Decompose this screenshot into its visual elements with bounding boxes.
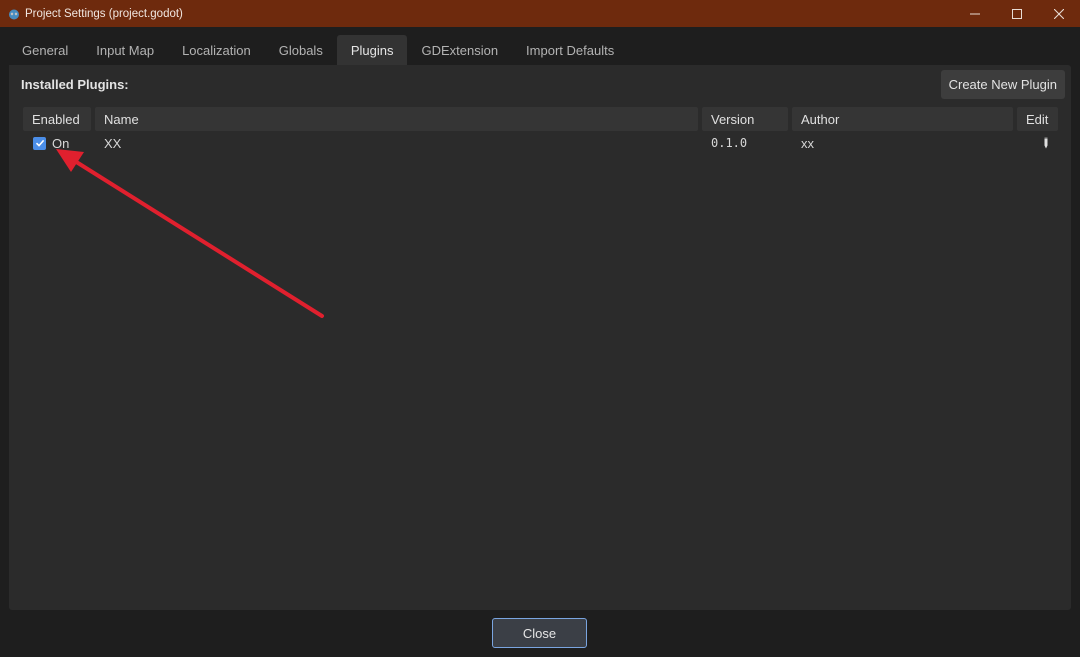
column-edit[interactable]: Edit	[1017, 107, 1058, 131]
plugin-name: XX	[104, 135, 122, 151]
plugin-author: xx	[801, 135, 814, 151]
column-author[interactable]: Author	[792, 107, 1013, 131]
close-window-button[interactable]	[1038, 0, 1080, 27]
tab-globals[interactable]: Globals	[264, 35, 337, 65]
installed-plugins-heading: Installed Plugins:	[21, 77, 129, 92]
tab-plugins[interactable]: Plugins	[336, 35, 408, 65]
tab-import-defaults[interactable]: Import Defaults	[512, 35, 629, 65]
window-title: Project Settings (project.godot)	[25, 7, 183, 20]
maximize-icon	[1012, 8, 1022, 19]
enabled-label: On	[52, 135, 70, 151]
table-row[interactable]: On XX 0.1.0 xx	[23, 133, 1058, 153]
close-icon	[1054, 8, 1064, 19]
plugins-panel: Installed Plugins: Create New Plugin Ena…	[9, 65, 1071, 610]
enabled-cell[interactable]: On	[33, 133, 69, 153]
project-settings-window: Project Settings (project.godot) General…	[0, 0, 1080, 657]
tab-gdextension[interactable]: GDExtension	[407, 35, 513, 65]
godot-logo-icon	[8, 8, 20, 20]
enabled-checkbox[interactable]	[33, 136, 46, 150]
settings-tabs: General Input Map Localization Globals P…	[8, 35, 629, 65]
create-new-plugin-button[interactable]: Create New Plugin	[940, 70, 1065, 99]
tab-localization[interactable]: Localization	[168, 35, 265, 65]
column-name[interactable]: Name	[95, 107, 698, 131]
tab-general[interactable]: General	[8, 35, 83, 65]
window-controls	[954, 0, 1080, 27]
plugin-version: 0.1.0	[711, 136, 748, 150]
column-enabled[interactable]: Enabled	[23, 107, 91, 131]
close-button[interactable]: Close	[492, 618, 587, 648]
minimize-icon	[970, 13, 980, 14]
minimize-button[interactable]	[954, 0, 996, 27]
title-bar[interactable]: Project Settings (project.godot)	[0, 0, 1080, 27]
column-version[interactable]: Version	[702, 107, 788, 131]
tab-input-map[interactable]: Input Map	[82, 35, 169, 65]
edit-plugin-button[interactable]	[1043, 133, 1049, 153]
checkmark-icon	[35, 139, 44, 147]
maximize-button[interactable]	[996, 0, 1038, 27]
pencil-icon	[1044, 137, 1048, 149]
